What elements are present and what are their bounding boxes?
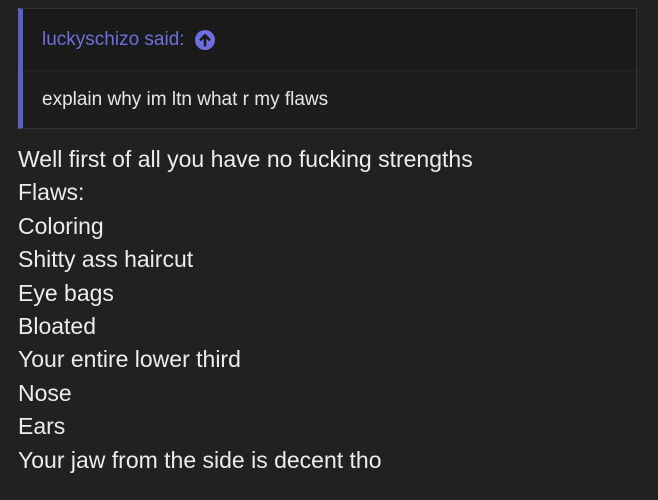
- reply-line: Well first of all you have no fucking st…: [18, 146, 473, 172]
- reply-line: Your jaw from the side is decent tho: [18, 446, 382, 473]
- reply-line: Nose: [18, 379, 72, 406]
- reply-line: Bloated: [18, 313, 97, 340]
- reply-line: Shitty ass haircut: [18, 246, 194, 273]
- up-arrow-circle-icon[interactable]: [194, 29, 215, 50]
- quoted-post: luckyschizo said: explain why im ltn wha…: [18, 8, 637, 129]
- reply-line: Eye bags: [18, 279, 114, 306]
- reply-line: Coloring: [18, 212, 104, 239]
- reply-line: Flaws:: [18, 179, 85, 206]
- quote-text: explain why im ltn what r my flaws: [42, 89, 329, 110]
- reply-line: Ears: [18, 413, 66, 440]
- quote-author-link[interactable]: luckyschizo said:: [42, 29, 185, 51]
- quote-header: luckyschizo said:: [23, 9, 636, 71]
- reply-body: Well first of all you have no fucking st…: [18, 143, 473, 477]
- reply-line: Your entire lower third: [18, 346, 241, 373]
- post-page: luckyschizo said: explain why im ltn wha…: [0, 0, 658, 500]
